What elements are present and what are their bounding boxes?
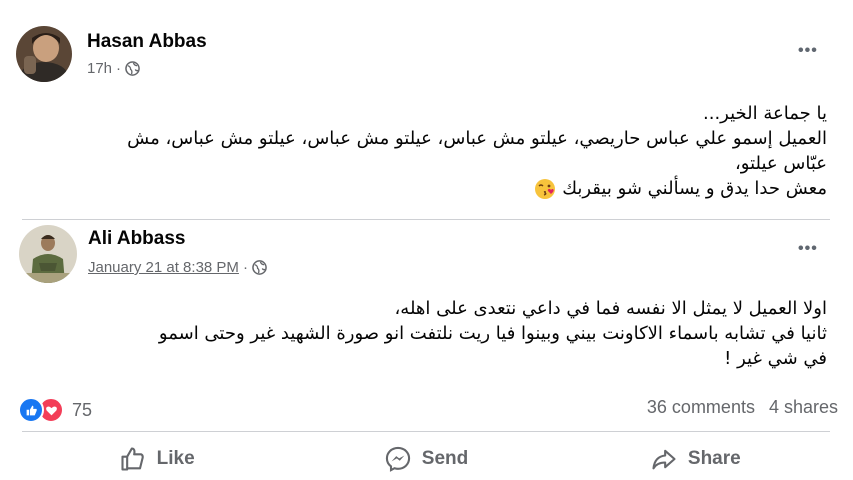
post-line-text: معش حدا يدق و يسألني شو بيقربك <box>562 178 827 199</box>
stats-right: 36 comments 4 shares <box>647 397 838 418</box>
post-line: معش حدا يدق و يسألني شو بيقربك <box>127 176 827 201</box>
reactions-summary[interactable]: 75 <box>18 397 92 423</box>
post-timestamp[interactable]: 17h <box>87 60 112 77</box>
action-bar: Like Send Share <box>22 438 830 480</box>
shares-count[interactable]: 4 shares <box>769 397 838 418</box>
post-stats: 75 36 comments 4 shares <box>18 395 838 423</box>
shared-meta: January 21 at 8:38 PM · <box>88 259 267 276</box>
thumbs-up-icon <box>121 447 144 471</box>
like-button[interactable]: Like <box>22 438 291 480</box>
shared-line: اولا العميل لا يمثل الا نفسه فما في داعي… <box>394 298 827 319</box>
shared-line: في شي غير ! <box>724 348 827 369</box>
actions-divider <box>22 431 830 432</box>
globe-icon <box>252 260 267 275</box>
send-button[interactable]: Send <box>291 438 560 480</box>
like-reaction-icon <box>18 397 44 423</box>
post-line: العميل إسمو علي عباس حاريصي، عيلتو مش عب… <box>127 128 827 149</box>
author-avatar[interactable] <box>16 26 72 82</box>
post-body: يا جماعة الخير... العميل إسمو علي عباس ح… <box>127 101 827 201</box>
shared-divider <box>22 219 830 220</box>
post-line: يا جماعة الخير... <box>703 103 827 124</box>
shared-body: اولا العميل لا يمثل الا نفسه فما في داعي… <box>159 296 827 371</box>
shared-author-name[interactable]: Ali Abbass <box>88 228 186 250</box>
meta-separator: · <box>116 60 122 77</box>
post-line: عبّاس عيلتو، <box>734 153 827 174</box>
comments-count[interactable]: 36 comments <box>647 397 755 418</box>
messenger-icon <box>385 446 410 472</box>
like-label: Like <box>156 448 195 469</box>
post-meta: 17h · <box>87 60 140 77</box>
meta-separator: · <box>242 259 248 276</box>
kiss-wink-emoji-icon <box>535 179 556 199</box>
send-label: Send <box>421 448 469 469</box>
globe-icon <box>125 61 140 76</box>
author-name[interactable]: Hasan Abbas <box>87 31 207 53</box>
shared-line: ثانيا في تشابه باسماء الاكاونت بيني وبين… <box>158 323 827 344</box>
shared-timestamp[interactable]: January 21 at 8:38 PM <box>88 259 239 276</box>
shared-options-button[interactable]: ••• <box>798 241 818 257</box>
share-button[interactable]: Share <box>561 438 830 480</box>
share-arrow-icon <box>652 449 676 470</box>
post-options-button[interactable]: ••• <box>798 43 818 59</box>
post-card: Hasan Abbas 17h · ••• يا جماعة الخير... … <box>0 0 853 480</box>
reaction-count: 75 <box>72 399 93 420</box>
share-label: Share <box>687 448 741 469</box>
shared-author-avatar[interactable] <box>19 225 77 283</box>
